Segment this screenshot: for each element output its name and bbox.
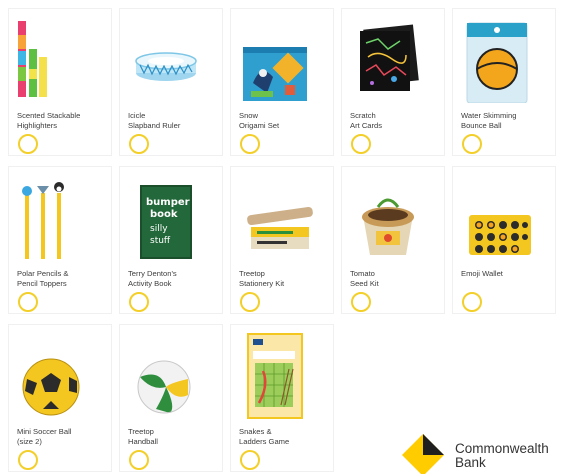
commonwealth-bank-logo: Commonwealth Bank — [399, 431, 562, 474]
select-circle[interactable] — [18, 450, 38, 470]
select-circle[interactable] — [18, 134, 38, 154]
select-circle[interactable] — [240, 450, 260, 470]
select-circle[interactable] — [351, 292, 371, 312]
product-card-highlighters[interactable]: Scented Stackable Highlighters — [8, 8, 112, 156]
product-name: Treetop Handball — [128, 427, 158, 446]
product-card-stationery-kit[interactable]: Treetop Stationery Kit — [230, 166, 334, 314]
select-circle[interactable] — [129, 292, 149, 312]
board-game-icon — [237, 329, 317, 419]
product-card-scratch-cards[interactable]: Scratch Art Cards — [341, 8, 445, 156]
select-circle[interactable] — [129, 450, 149, 470]
product-name: Polar Pencils & Pencil Toppers — [17, 269, 69, 288]
stationery-kit-icon — [237, 171, 317, 261]
product-card-soccer-ball[interactable]: Mini Soccer Ball (size 2) — [8, 324, 112, 472]
scratch-cards-icon — [348, 13, 428, 103]
product-card-emoji-wallet[interactable]: Emoji Wallet — [452, 166, 556, 314]
svg-text:silly: silly — [150, 224, 168, 234]
product-card-snakes-ladders[interactable]: Snakes & Ladders Game — [230, 324, 334, 472]
select-circle[interactable] — [462, 134, 482, 154]
pencils-icon — [15, 171, 95, 261]
product-name: Tomato Seed Kit — [350, 269, 379, 288]
bank-name: Commonwealth Bank — [455, 441, 549, 470]
product-card-ruler[interactable]: Icicle Slapband Ruler — [119, 8, 223, 156]
svg-text:book: book — [150, 209, 178, 220]
product-name: Treetop Stationery Kit — [239, 269, 285, 288]
select-circle[interactable] — [18, 292, 38, 312]
product-name: Scented Stackable Highlighters — [17, 111, 81, 130]
product-card-pencils[interactable]: Polar Pencils & Pencil Toppers — [8, 166, 112, 314]
svg-text:stuff: stuff — [150, 236, 171, 246]
soccer-ball-icon — [15, 329, 95, 419]
select-circle[interactable] — [351, 134, 371, 154]
select-circle[interactable] — [240, 134, 260, 154]
product-card-origami[interactable]: Snow Origami Set — [230, 8, 334, 156]
product-name: Terry Denton's Activity Book — [128, 269, 177, 288]
product-name: Water Skimming Bounce Ball — [461, 111, 517, 130]
product-name: Snakes & Ladders Game — [239, 427, 290, 446]
product-name: Emoji Wallet — [461, 269, 503, 278]
bounce-ball-icon — [459, 13, 539, 103]
handball-icon — [126, 329, 206, 419]
product-card-bounce-ball[interactable]: Water Skimming Bounce Ball — [452, 8, 556, 156]
origami-icon — [237, 13, 317, 103]
select-circle[interactable] — [240, 292, 260, 312]
ruler-icon — [126, 13, 206, 103]
select-circle[interactable] — [129, 134, 149, 154]
product-name: Snow Origami Set — [239, 111, 280, 130]
wallet-icon — [459, 171, 539, 261]
product-name: Icicle Slapband Ruler — [128, 111, 181, 130]
product-card-handball[interactable]: Treetop Handball — [119, 324, 223, 472]
product-card-activity-book[interactable]: bumper book silly stuff Terry Denton's A… — [119, 166, 223, 314]
seed-kit-icon — [348, 171, 428, 261]
product-card-seed-kit[interactable]: Tomato Seed Kit — [341, 166, 445, 314]
bank-diamond-icon — [402, 434, 444, 474]
select-circle[interactable] — [462, 292, 482, 312]
product-name: Mini Soccer Ball (size 2) — [17, 427, 72, 446]
product-name: Scratch Art Cards — [350, 111, 383, 130]
svg-text:bumper: bumper — [146, 197, 190, 208]
highlighters-icon — [15, 13, 95, 103]
book-icon: bumper book silly stuff — [126, 171, 206, 261]
